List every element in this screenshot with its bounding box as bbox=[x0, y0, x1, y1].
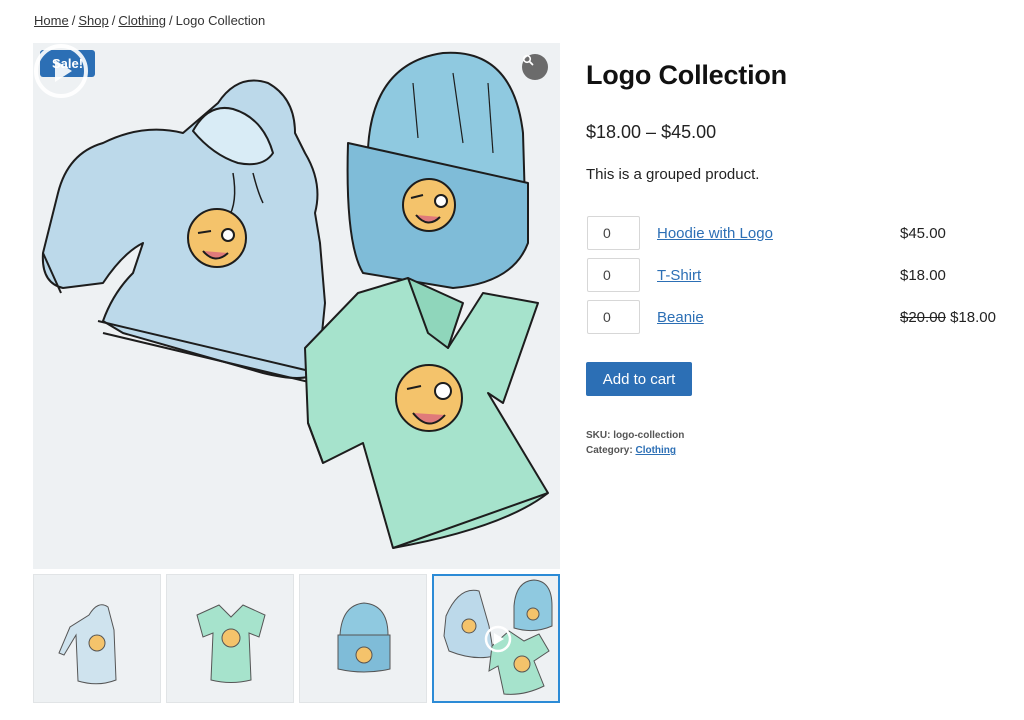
sku-value: logo-collection bbox=[613, 430, 685, 441]
grouped-item-row: T-Shirt $18.00 bbox=[586, 258, 1006, 292]
item-price-hoodie: $45.00 bbox=[900, 225, 946, 242]
tshirt-thumbnail-icon bbox=[196, 604, 266, 683]
sku-line: SKU: logo-collection bbox=[586, 428, 684, 443]
product-description: This is a grouped product. bbox=[586, 166, 760, 183]
breadcrumb: Home / Shop / Clothing / Logo Collection bbox=[34, 13, 265, 28]
search-icon bbox=[522, 54, 534, 66]
sku-label: SKU: bbox=[586, 430, 611, 441]
beanie-illustration bbox=[346, 51, 529, 289]
thumbnail-hoodie[interactable] bbox=[33, 574, 161, 703]
item-price-tshirt: $18.00 bbox=[900, 267, 946, 284]
breadcrumb-shop[interactable]: Shop bbox=[78, 13, 108, 28]
hoodie-illustration bbox=[41, 79, 326, 384]
item-link-hoodie[interactable]: Hoodie with Logo bbox=[657, 225, 773, 242]
item-sale-price-beanie: $18.00 bbox=[950, 309, 996, 326]
product-main-image[interactable]: Sale! bbox=[33, 43, 560, 569]
quantity-input-beanie[interactable] bbox=[587, 300, 640, 334]
beanie-thumbnail-icon bbox=[337, 602, 391, 673]
thumbnail-logo-collection[interactable] bbox=[432, 574, 560, 703]
price-range: $18.00 – $45.00 bbox=[586, 122, 717, 142]
logo-collection-illustration bbox=[41, 51, 549, 549]
logo-collection-thumbnail-icon bbox=[443, 579, 553, 695]
category-line: Category: Clothing bbox=[586, 443, 684, 458]
quantity-input-hoodie[interactable] bbox=[587, 216, 640, 250]
product-title: Logo Collection bbox=[586, 60, 787, 90]
hoodie-thumbnail-icon bbox=[58, 604, 117, 685]
thumbnail-beanie[interactable] bbox=[299, 574, 427, 703]
item-link-tshirt[interactable]: T-Shirt bbox=[657, 267, 701, 284]
thumbnail-tshirt[interactable] bbox=[166, 574, 294, 703]
item-old-price-beanie: $20.00 bbox=[900, 309, 946, 326]
product-meta: SKU: logo-collection Category: Clothing bbox=[586, 428, 684, 458]
product-summary: Logo Collection $18.00 – $45.00 This is … bbox=[586, 60, 1006, 456]
thumbnail-strip bbox=[33, 574, 560, 703]
grouped-item-row: Beanie $20.00 $18.00 bbox=[586, 300, 1006, 334]
item-price-beanie: $20.00 $18.00 bbox=[900, 309, 996, 326]
add-to-cart-button[interactable]: Add to cart bbox=[586, 362, 692, 396]
category-label: Category: bbox=[586, 445, 633, 456]
breadcrumb-current: Logo Collection bbox=[175, 13, 266, 28]
quantity-input-tshirt[interactable] bbox=[587, 258, 640, 292]
grouped-item-row: Hoodie with Logo $45.00 bbox=[586, 216, 1006, 250]
category-link[interactable]: Clothing bbox=[635, 445, 676, 456]
breadcrumb-clothing[interactable]: Clothing bbox=[118, 13, 166, 28]
play-icon[interactable] bbox=[33, 43, 89, 99]
item-link-beanie[interactable]: Beanie bbox=[657, 309, 704, 326]
breadcrumb-separator: / bbox=[111, 13, 116, 28]
breadcrumb-separator: / bbox=[169, 13, 173, 28]
zoom-button[interactable] bbox=[522, 54, 548, 80]
breadcrumb-separator: / bbox=[71, 13, 76, 28]
breadcrumb-home[interactable]: Home bbox=[34, 13, 69, 28]
